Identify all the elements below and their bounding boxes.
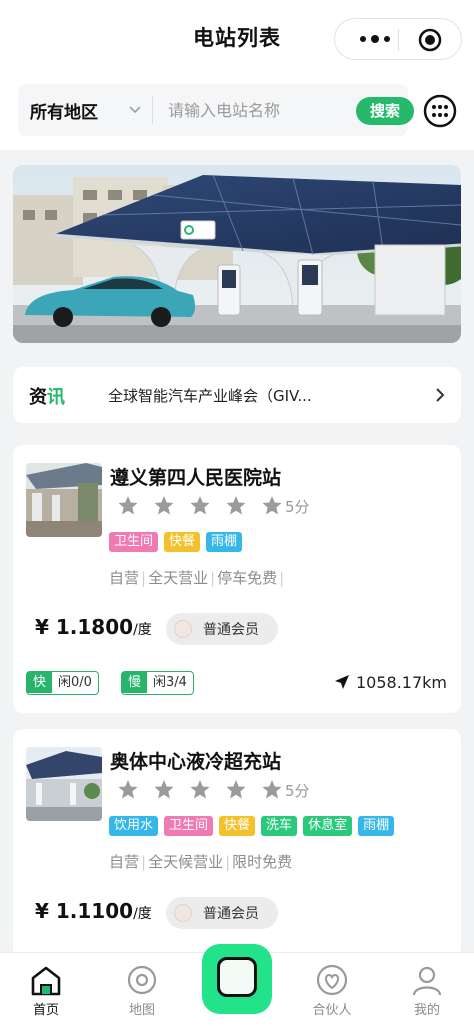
map-pin-icon — [127, 965, 157, 995]
amenity-tag: 休息室 — [303, 816, 353, 836]
amenity-tags: 卫生间 快餐 雨棚 — [109, 532, 248, 552]
amenity-tags: 饮用水 卫生间 快餐 洗车 休息室 雨棚 — [109, 816, 400, 836]
slow-charger-status: 慢闲3/4 — [121, 671, 194, 695]
feature-item: 限时免费 — [232, 853, 293, 871]
station-card[interactable]: 遵义第四人民医院站 5分 卫生间 快餐 雨棚 自营 | 全天营业 | 停车免费 | ¥ 1.1… — [13, 445, 461, 713]
amenity-tag: 雨棚 — [358, 816, 395, 836]
feature-item: 全天候营业 — [148, 853, 224, 871]
feature-item: 自营 — [109, 853, 140, 871]
station-features: 自营 | 全天营业 | 停车免费 | — [109, 569, 285, 587]
scan-charge-button[interactable] — [202, 944, 272, 1014]
station-card[interactable]: 奥体中心液冷超充站 5分 饮用水 卫生间 快餐 洗车 休息室 雨棚 自营 | 全天候营业 | 限时… — [13, 729, 461, 959]
amenity-tag: 卫生间 — [164, 816, 214, 836]
feature-item: 全天营业 — [148, 569, 209, 587]
slow-value: 闲3/4 — [153, 675, 187, 690]
tab-partner[interactable]: 合伙人 — [292, 953, 372, 1026]
amenity-tag: 洗车 — [261, 816, 298, 836]
slow-label: 慢 — [122, 672, 148, 693]
station-name[interactable]: 奥体中心液冷超充站 — [110, 747, 281, 774]
feature-item: 自营 — [109, 569, 140, 587]
tab-mine[interactable]: 我的 — [387, 953, 467, 1026]
navigation-bar: 电站列表 — [0, 0, 474, 78]
price-value: ¥ 1.1100 — [35, 899, 134, 923]
fast-value: 闲0/0 — [58, 675, 92, 690]
tab-label: 首页 — [32, 1003, 59, 1018]
chevron-down-icon[interactable] — [128, 104, 142, 116]
rating-stars — [118, 780, 282, 799]
avatar — [174, 620, 192, 638]
news-headline[interactable]: 全球智能汽车产业峰会（GIV... — [108, 385, 312, 406]
amenity-tag: 雨棚 — [206, 532, 243, 552]
price-value: ¥ 1.1800 — [35, 615, 134, 639]
capsule-divider — [398, 29, 399, 51]
tab-map[interactable]: 地图 — [102, 953, 182, 1026]
price: ¥ 1.1800/度 — [35, 615, 152, 639]
chevron-right-icon[interactable] — [435, 387, 445, 403]
amenity-tag: 快餐 — [164, 532, 201, 552]
member-badge[interactable]: 普通会员 — [166, 897, 278, 929]
fast-label: 快 — [27, 672, 53, 693]
more-dots-icon[interactable] — [355, 29, 395, 49]
search-input[interactable] — [168, 98, 348, 122]
tab-label: 我的 — [413, 1003, 440, 1018]
region-selector[interactable]: 所有地区 — [30, 98, 98, 123]
search-row: 所有地区 搜索 — [0, 78, 474, 150]
banner-image[interactable] — [13, 165, 461, 343]
fast-charger-status: 快闲0/0 — [26, 671, 99, 695]
grid-menu-icon[interactable] — [423, 94, 457, 128]
member-badge[interactable]: 普通会员 — [166, 613, 278, 645]
search-divider — [152, 96, 153, 124]
price-unit: /度 — [133, 622, 152, 638]
distance[interactable]: 1058.17km — [334, 673, 447, 692]
amenity-tag: 饮用水 — [109, 816, 159, 836]
amenity-tag: 卫生间 — [109, 532, 159, 552]
station-features: 自营 | 全天候营业 | 限时免费 — [109, 853, 293, 871]
rating-score: 5分 — [285, 498, 310, 516]
search-button[interactable]: 搜索 — [356, 97, 414, 125]
station-thumbnail — [26, 747, 102, 821]
partner-heart-icon — [316, 964, 348, 996]
search-box: 所有地区 搜索 — [18, 84, 414, 136]
station-name[interactable]: 遵义第四人民医院站 — [110, 463, 281, 490]
news-tag: 资讯 — [29, 387, 65, 408]
feature-item: 停车免费 — [217, 569, 278, 587]
member-label: 普通会员 — [203, 622, 259, 638]
price: ¥ 1.1100/度 — [35, 899, 152, 923]
news-bar[interactable]: 资讯 全球智能汽车产业峰会（GIV... — [13, 367, 461, 423]
station-thumbnail — [26, 463, 102, 537]
rating-stars — [118, 496, 282, 515]
amenity-tag: 快餐 — [219, 816, 256, 836]
distance-value: 1058.17km — [355, 673, 447, 692]
scan-square-icon — [217, 957, 257, 997]
target-circle-icon[interactable] — [418, 28, 442, 52]
user-icon — [412, 966, 442, 996]
home-icon — [31, 966, 61, 996]
tab-label: 合伙人 — [312, 1003, 352, 1018]
tab-home[interactable]: 首页 — [6, 953, 86, 1026]
mini-program-capsule — [334, 18, 462, 60]
price-unit: /度 — [133, 906, 152, 922]
tab-label: 地图 — [128, 1003, 155, 1018]
navigation-arrow-icon — [334, 675, 349, 689]
avatar — [174, 904, 192, 922]
rating-score: 5分 — [285, 782, 310, 800]
member-label: 普通会员 — [203, 906, 259, 922]
